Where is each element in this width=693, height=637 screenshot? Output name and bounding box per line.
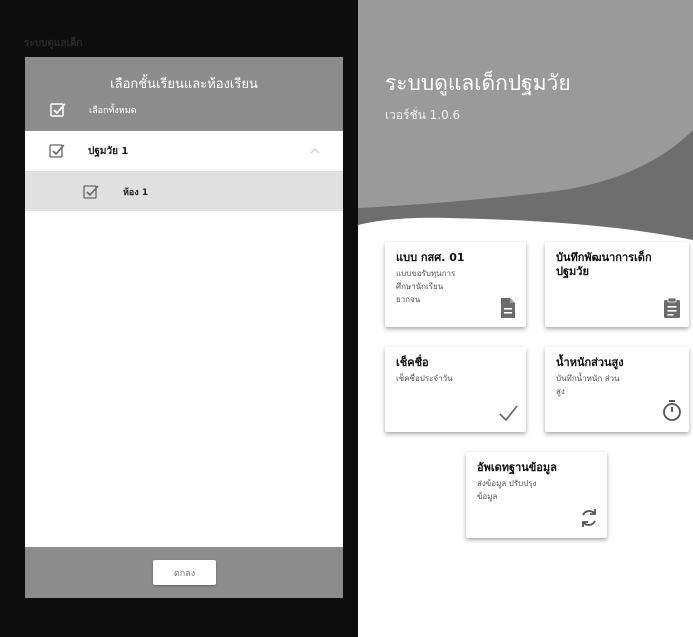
document-icon — [501, 298, 515, 318]
card-desc-line: ยากจน — [396, 295, 421, 304]
dialog-title: เลือกชั้นเรียนและห้องเรียน — [110, 77, 258, 92]
card-weight-height[interactable]: น้ำหนักส่วนสูง บันทึกน้ำหนัก ส่วน สูง — [545, 347, 689, 432]
card-title: บันทึกพัฒนาการเด็กปฐมวัย — [556, 251, 652, 278]
card-title: เช็คชื่อ — [396, 356, 429, 369]
class-picker-screen: ระบบดูแลเด็ก เลือกชั้นเรียนและห้องเรียน … — [0, 0, 358, 637]
home-screen: ระบบดูแลเด็กปฐมวัย เวอร์ชั่น 1.0.6 แบบ ก… — [358, 0, 693, 637]
card-desc-line: ส่งข้อมูล ปรับปรุง — [477, 479, 537, 488]
class-room-dialog: เลือกชั้นเรียนและห้องเรียน เลือกทั้งหมด … — [25, 57, 343, 598]
card-update-database[interactable]: อัพเดทฐานข้อมูล ส่งข้อมูล ปรับปรุง ข้อมู… — [466, 452, 607, 538]
card-title: แบบ กสศ. 01 — [396, 251, 465, 264]
chevron-up-icon[interactable] — [309, 145, 321, 157]
card-development-record[interactable]: บันทึกพัฒนาการเด็กปฐมวัย — [545, 242, 689, 327]
card-title: อัพเดทฐานข้อมูล — [477, 461, 557, 474]
select-all-label[interactable]: เลือกทั้งหมด — [89, 103, 136, 117]
level-label: ปฐมวัย 1 — [88, 146, 129, 157]
checkmark-icon — [499, 405, 518, 422]
card-title: น้ำหนักส่วนสูง — [556, 356, 624, 369]
app-title: ระบบดูแลเด็กปฐมวัย — [385, 71, 571, 95]
sync-icon — [582, 509, 596, 527]
card-poverty-form[interactable]: แบบ กสศ. 01 แบบขอรับทุนการ ศึกษานักเรียน… — [385, 242, 526, 327]
room-label: ห้อง 1 — [123, 188, 149, 198]
background-title: ระบบดูแลเด็ก — [24, 38, 83, 49]
card-desc-line: สูง — [556, 387, 565, 396]
dialog-footer: ตกลง — [25, 547, 343, 598]
level-checkbox-icon[interactable] — [49, 143, 65, 159]
card-desc-line: บันทึกน้ำหนัก ส่วน — [556, 374, 620, 383]
card-desc-line: ข้อมูล — [477, 492, 498, 501]
card-desc-line: เช็คชื่อประจำวัน — [396, 374, 453, 383]
clipboard-icon — [664, 297, 680, 318]
dialog-header: เลือกชั้นเรียนและห้องเรียน เลือกทั้งหมด — [25, 57, 343, 131]
card-desc-line: ศึกษานักเรียน — [396, 282, 444, 291]
app-version: เวอร์ชั่น 1.0.6 — [385, 108, 461, 122]
select-all-checkbox-icon[interactable] — [50, 102, 66, 118]
level-row[interactable]: ปฐมวัย 1 — [25, 131, 343, 171]
card-attendance[interactable]: เช็คชื่อ เช็คชื่อประจำวัน — [385, 347, 526, 432]
room-row[interactable]: ห้อง 1 — [25, 171, 343, 211]
ok-button[interactable]: ตกลง — [153, 560, 216, 585]
card-desc-line: แบบขอรับทุนการ — [396, 269, 456, 278]
stopwatch-icon — [663, 400, 681, 421]
room-checkbox-icon[interactable] — [83, 184, 99, 200]
